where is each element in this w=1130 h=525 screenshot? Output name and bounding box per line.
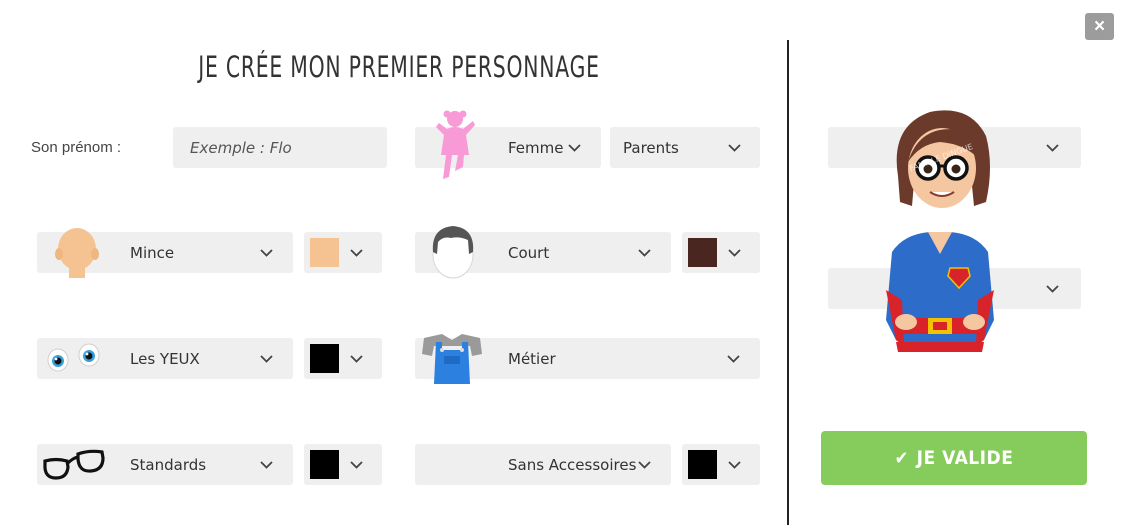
chevron-down-icon: [1045, 281, 1060, 296]
body-select[interactable]: Mince: [37, 228, 293, 278]
eyes-color-swatch: [310, 344, 339, 373]
glasses-select[interactable]: Standards: [37, 444, 293, 485]
glasses-color-select[interactable]: [304, 444, 382, 485]
skin-color-swatch: [310, 238, 339, 267]
avatar-head-preview: FAMILLE DINGUE: [896, 110, 990, 208]
job-select[interactable]: Métier: [415, 334, 760, 384]
head-skin-icon: [55, 228, 99, 278]
chevron-down-icon: [259, 457, 274, 472]
close-icon: ×: [1093, 15, 1106, 37]
chevron-down-icon: [1045, 140, 1060, 155]
accessories-label: Sans Accessoires: [508, 456, 637, 474]
chevron-down-icon: [567, 140, 582, 155]
validate-button[interactable]: ✔ JE VALIDE: [821, 431, 1087, 485]
gender-label: Femme: [508, 139, 564, 157]
check-icon: ✔: [894, 447, 909, 469]
glasses-icon: [43, 449, 105, 480]
job-label: Métier: [508, 350, 556, 368]
gender-select[interactable]: Femme: [415, 110, 601, 179]
glasses-label: Standards: [130, 456, 207, 474]
chevron-down-icon: [637, 245, 652, 260]
hair-label: Court: [508, 244, 550, 262]
vertical-divider: [787, 40, 789, 525]
close-button[interactable]: ×: [1085, 13, 1114, 40]
page-title: JE CRÉE MON PREMIER PERSONNAGE: [198, 50, 600, 84]
chevron-down-icon: [727, 245, 742, 260]
hair-color-select[interactable]: [682, 232, 760, 273]
chevron-down-icon: [349, 457, 364, 472]
chevron-down-icon: [259, 351, 274, 366]
eyes-color-select[interactable]: [304, 338, 382, 379]
eyes-label: Les YEUX: [130, 350, 200, 368]
hair-select[interactable]: Court: [415, 226, 671, 279]
girl-silhouette-icon: [436, 110, 475, 179]
glasses-color-swatch: [310, 450, 339, 479]
hair-color-swatch: [688, 238, 717, 267]
skin-color-select[interactable]: [304, 232, 382, 273]
role-select[interactable]: Parents: [610, 127, 760, 168]
chevron-down-icon: [727, 457, 742, 472]
name-input[interactable]: [173, 127, 387, 168]
name-label: Son prénom :: [31, 139, 122, 156]
chevron-down-icon: [727, 140, 742, 155]
accessories-color-swatch: [688, 450, 717, 479]
role-label: Parents: [623, 139, 679, 157]
body-label: Mince: [130, 244, 175, 262]
chevron-down-icon: [637, 457, 652, 472]
chevron-down-icon: [349, 245, 364, 260]
chevron-down-icon: [349, 351, 364, 366]
overalls-icon: [422, 334, 482, 384]
short-hair-head-icon: [432, 226, 474, 279]
avatar-body-preview: [886, 232, 994, 352]
chevron-down-icon: [726, 351, 741, 366]
eyes-select[interactable]: Les YEUX: [37, 338, 293, 379]
chevron-down-icon: [259, 245, 274, 260]
validate-label: JE VALIDE: [916, 447, 1014, 469]
eyes-icon: [47, 343, 100, 372]
accessories-color-select[interactable]: [682, 444, 760, 485]
accessories-select[interactable]: Sans Accessoires: [415, 444, 671, 485]
